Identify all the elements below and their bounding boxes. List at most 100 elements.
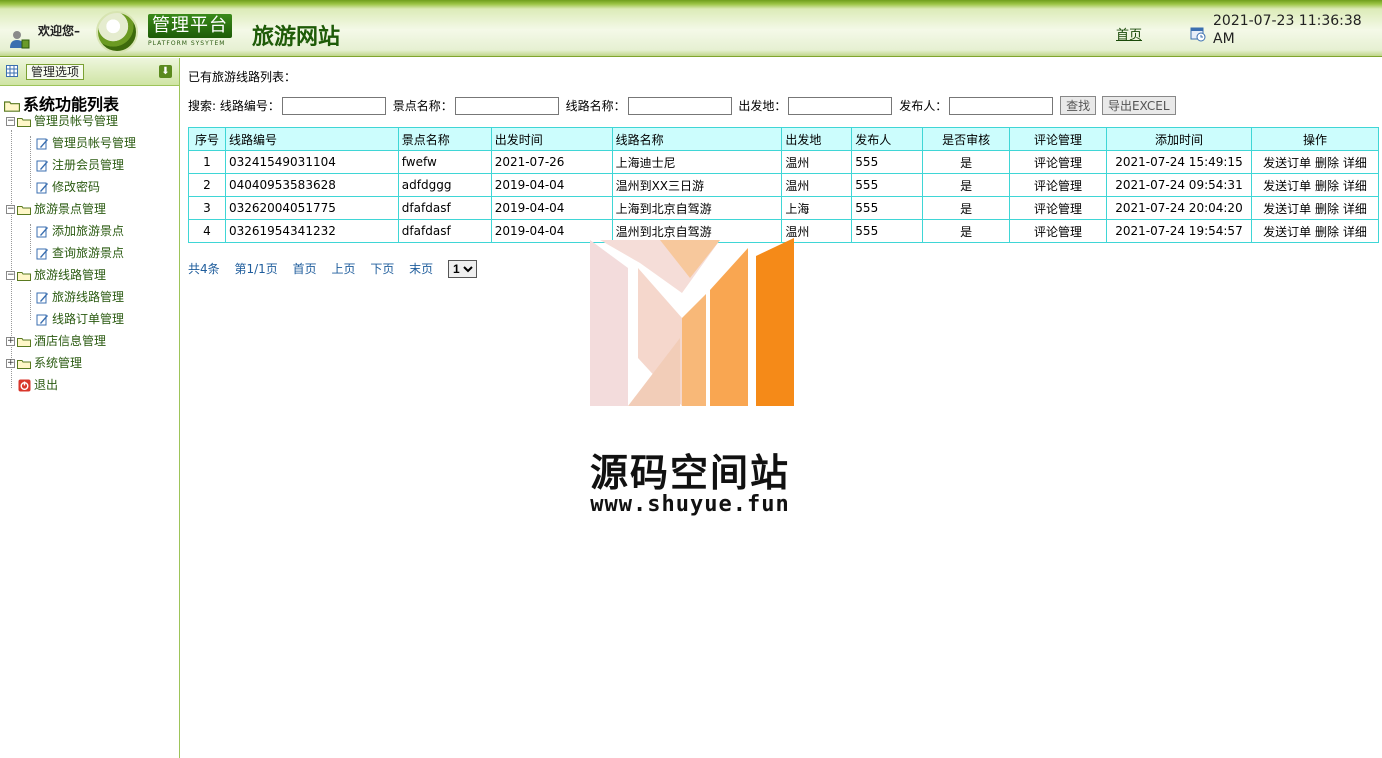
col-header-spot: 景点名称 — [397, 127, 492, 151]
pager: 共4条 第1/1页 首页 上页 下页 末页 1 — [188, 260, 477, 278]
detail-link[interactable]: 详细 — [1343, 225, 1367, 239]
delete-link[interactable]: 删除 — [1315, 179, 1339, 193]
edit-doc-icon — [36, 138, 48, 150]
folder-icon — [17, 359, 31, 369]
sidebar-item-add-spot[interactable]: 添加旅游景点 — [36, 221, 124, 241]
cell-from: 温州 — [781, 173, 853, 197]
list-title: 已有旅游线路列表： — [188, 70, 297, 84]
search-bar: 搜索: 线路编号： 景点名称： 线路名称： 出发地： 发布人： 查找 导出EXC… — [188, 96, 1178, 116]
cell-audited: 是 — [922, 173, 1011, 197]
sidebar-item-route-manage[interactable]: 旅游线路管理 — [36, 287, 124, 307]
col-header-ops: 操作 — [1250, 127, 1380, 151]
delete-link[interactable]: 删除 — [1315, 202, 1339, 216]
expand-plus-icon[interactable]: + — [6, 337, 15, 346]
export-excel-button[interactable]: 导出EXCEL — [1101, 96, 1176, 115]
send-order-link[interactable]: 发送订单 — [1263, 179, 1311, 193]
detail-link[interactable]: 详细 — [1343, 156, 1367, 170]
cell-depart-time: 2019-04-04 — [490, 173, 613, 197]
collapse-minus-icon[interactable]: − — [6, 205, 15, 214]
collapse-down-icon[interactable]: ⬇ — [159, 65, 172, 78]
cell-audited: 是 — [922, 150, 1011, 174]
pager-prev-link[interactable]: 上页 — [331, 262, 355, 276]
pager-total: 共4条 — [188, 262, 220, 276]
cell-added: 2021-07-24 19:54:57 — [1106, 219, 1252, 243]
sidebar-item-label: 线路订单管理 — [52, 312, 125, 326]
user-icon — [10, 31, 30, 49]
cell-added: 2021-07-24 09:54:31 — [1106, 173, 1252, 197]
cell-audited: 是 — [922, 196, 1011, 220]
folder-open-icon — [17, 271, 31, 281]
cell-code: 03261954341232 — [224, 219, 399, 243]
pager-last-link[interactable]: 末页 — [409, 262, 433, 276]
page-select[interactable]: 1 — [448, 260, 477, 278]
cell-ops: 发送订单 删除 详细 — [1250, 150, 1380, 174]
routes-table: 序号 线路编号 景点名称 出发时间 线路名称 出发地 发布人 是否审核 评论管理… — [188, 127, 1380, 243]
departure-input[interactable] — [788, 96, 893, 115]
cell-added: 2021-07-24 15:49:15 — [1106, 150, 1252, 174]
col-header-no: 序号 — [188, 127, 226, 151]
sidebar: 管理选项 ⬇ 系统功能列表 − 管理员帐号管理 管理员帐号管理 注册会员管理 修改… — [0, 58, 180, 758]
tree-connector — [30, 290, 31, 320]
pager-first-link[interactable]: 首页 — [293, 262, 317, 276]
cell-no: 4 — [188, 219, 226, 243]
sidebar-item-route-orders[interactable]: 线路订单管理 — [36, 309, 124, 329]
sidebar-group-label: 酒店信息管理 — [34, 334, 107, 348]
sidebar-item-label: 修改密码 — [52, 180, 101, 194]
clock-icon — [1190, 27, 1206, 42]
sidebar-item-logout[interactable]: 退出 — [18, 375, 58, 395]
collapse-minus-icon[interactable]: − — [6, 271, 15, 280]
col-header-comment: 评论管理 — [1009, 127, 1107, 151]
sidebar-item-registered-members[interactable]: 注册会员管理 — [36, 155, 124, 175]
sidebar-group-label: 旅游景点管理 — [34, 202, 107, 216]
cell-comment-link[interactable]: 评论管理 — [1009, 196, 1107, 220]
cell-comment-link[interactable]: 评论管理 — [1009, 219, 1107, 243]
cell-comment-link[interactable]: 评论管理 — [1009, 173, 1107, 197]
sidebar-group-routes[interactable]: − 旅游线路管理 — [6, 265, 106, 285]
route-code-input[interactable] — [281, 96, 386, 115]
cell-no: 2 — [188, 173, 226, 197]
delete-link[interactable]: 删除 — [1315, 156, 1339, 170]
detail-link[interactable]: 详细 — [1343, 179, 1367, 193]
cell-comment-link[interactable]: 评论管理 — [1009, 150, 1107, 174]
manage-options-button[interactable]: 管理选项 — [26, 64, 85, 80]
tree-connector — [30, 224, 31, 254]
expand-plus-icon[interactable]: + — [6, 359, 15, 368]
sidebar-group-admin-account[interactable]: − 管理员帐号管理 — [6, 111, 118, 131]
sidebar-item-admin-accounts[interactable]: 管理员帐号管理 — [36, 133, 136, 153]
route-name-label: 线路名称： — [565, 99, 626, 113]
sidebar-item-query-spot[interactable]: 查询旅游景点 — [36, 243, 124, 263]
send-order-link[interactable]: 发送订单 — [1263, 225, 1311, 239]
col-header-added: 添加时间 — [1106, 127, 1252, 151]
pager-next-link[interactable]: 下页 — [370, 262, 394, 276]
cell-added: 2021-07-24 20:04:20 — [1106, 196, 1252, 220]
spot-name-input[interactable] — [454, 96, 559, 115]
spot-name-label: 景点名称： — [392, 99, 453, 113]
detail-link[interactable]: 详细 — [1343, 202, 1367, 216]
delete-link[interactable]: 删除 — [1315, 225, 1339, 239]
folder-open-icon — [4, 100, 20, 112]
home-link[interactable]: 首页 — [1116, 24, 1142, 43]
route-name-input[interactable] — [627, 96, 732, 115]
collapse-minus-icon[interactable]: − — [6, 117, 15, 126]
cell-spot: fwefw — [397, 150, 492, 174]
sidebar-item-label: 退出 — [34, 378, 59, 392]
sidebar-group-hotel[interactable]: + 酒店信息管理 — [6, 331, 106, 351]
sidebar-group-scenic-spots[interactable]: − 旅游景点管理 — [6, 199, 106, 219]
send-order-link[interactable]: 发送订单 — [1263, 156, 1311, 170]
sidebar-item-change-password[interactable]: 修改密码 — [36, 177, 100, 197]
sidebar-group-label: 旅游线路管理 — [34, 268, 107, 282]
sidebar-group-system[interactable]: + 系统管理 — [6, 353, 82, 373]
send-order-link[interactable]: 发送订单 — [1263, 202, 1311, 216]
col-header-depart-time: 出发时间 — [490, 127, 613, 151]
find-button[interactable]: 查找 — [1060, 96, 1097, 115]
edit-doc-icon — [36, 314, 48, 326]
publisher-input[interactable] — [949, 96, 1054, 115]
cell-publisher: 555 — [851, 150, 924, 174]
cell-no: 3 — [188, 196, 226, 220]
welcome-text: 欢迎您– — [38, 24, 81, 38]
table-row: 2 04040953583628 adfdggg 2019-04-04 温州到X… — [188, 173, 1380, 197]
cell-route: 上海到北京自驾游 — [611, 196, 783, 220]
platform-badge: 管理平台 PLATFORM SYSYTEM — [148, 14, 232, 50]
sidebar-header: 管理选项 ⬇ — [0, 58, 179, 86]
cell-from: 上海 — [781, 196, 853, 220]
